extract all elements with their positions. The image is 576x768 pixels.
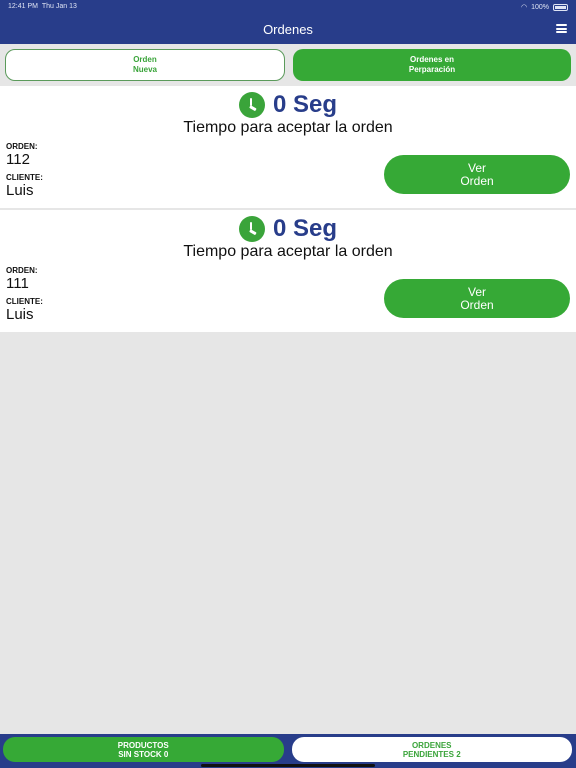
view-order-button[interactable]: Ver Orden xyxy=(384,155,570,194)
client-label: CLIENTE: xyxy=(6,297,43,306)
battery-icon xyxy=(553,3,568,11)
battery-percent: 100% xyxy=(531,3,549,11)
order-label: ORDEN: xyxy=(6,266,38,275)
tab-productos-sin-stock[interactable]: PRODUCTOS SIN STOCK 0 xyxy=(3,737,284,762)
order-card: 0 Seg Tiempo para aceptar la orden ORDEN… xyxy=(0,86,576,208)
tab-orden-nueva[interactable]: Orden Nueva xyxy=(5,49,285,81)
timer-caption: Tiempo para aceptar la orden xyxy=(183,243,393,260)
hamburger-menu-icon[interactable] xyxy=(556,24,567,33)
order-number: 111 xyxy=(6,275,29,292)
clock-icon xyxy=(238,92,265,118)
order-tabs: Orden Nueva Ordenes en Perparación xyxy=(0,44,576,86)
status-right: ◠ 100% xyxy=(521,3,568,11)
tab-ordenes-pendientes[interactable]: ORDENES PENDIENTES 2 xyxy=(291,737,572,762)
status-time: 12:41 PM xyxy=(8,3,38,10)
client-label: CLIENTE: xyxy=(6,173,43,182)
top-bar: 12:41 PM Thu Jan 13 ◠ 100% Ordenes xyxy=(0,0,576,44)
status-bar: 12:41 PM Thu Jan 13 ◠ 100% xyxy=(0,0,576,13)
page-title: Ordenes xyxy=(263,22,313,37)
timer-caption: Tiempo para aceptar la orden xyxy=(183,119,393,136)
timer-value: 0 Seg xyxy=(272,215,338,242)
timer-row: 0 Seg xyxy=(0,215,576,243)
timer-row: 0 Seg xyxy=(0,91,576,119)
home-indicator[interactable] xyxy=(201,764,375,767)
wifi-icon: ◠ xyxy=(520,4,528,11)
order-label: ORDEN: xyxy=(6,142,38,151)
tab-ordenes-en-preparacion[interactable]: Ordenes en Perparación xyxy=(293,49,571,81)
status-date: Thu Jan 13 xyxy=(41,3,77,10)
clock-icon xyxy=(238,216,265,242)
order-card: 0 Seg Tiempo para aceptar la orden ORDEN… xyxy=(0,210,576,332)
client-name: Luis xyxy=(6,182,34,199)
view-order-button[interactable]: Ver Orden xyxy=(384,279,570,318)
order-number: 112 xyxy=(6,151,30,168)
client-name: Luis xyxy=(6,306,34,323)
bottom-bar: PRODUCTOS SIN STOCK 0 ORDENES PENDIENTES… xyxy=(0,734,576,768)
app-screen: 12:41 PM Thu Jan 13 ◠ 100% Ordenes Orden… xyxy=(0,0,576,768)
timer-value: 0 Seg xyxy=(272,91,338,118)
